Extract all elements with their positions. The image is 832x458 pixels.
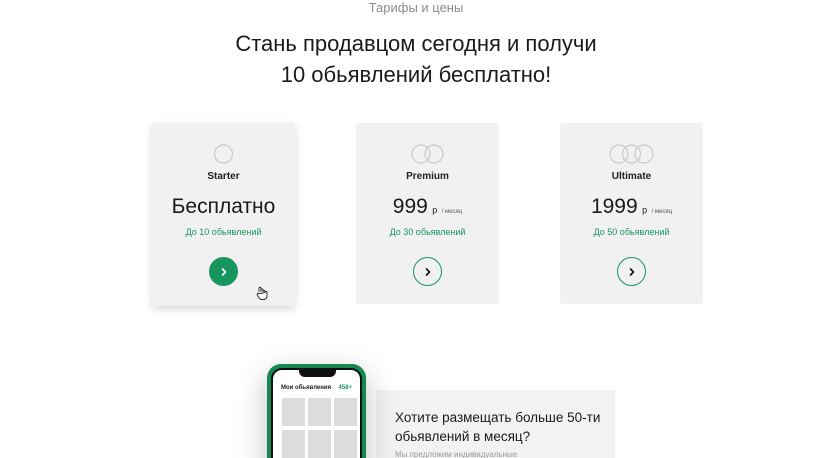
phone-mockup: Мои обьявления 458+	[267, 364, 366, 458]
phone-screen: Мои обьявления 458+	[271, 368, 362, 458]
plan-limit: До 10 обьявлений	[185, 227, 262, 237]
headline: Стань продавцом сегодня и получи 10 обья…	[0, 28, 832, 90]
three-rings-icon	[609, 144, 654, 164]
hand-cursor-icon	[256, 286, 268, 300]
bulk-offer-card: Хотите размещать больше 50-ти обьявлений…	[376, 390, 615, 458]
headline-line-1: Стань продавцом сегодня и получи	[235, 31, 597, 56]
plan-limit: До 50 обьявлений	[593, 227, 670, 237]
one-ring-icon	[213, 144, 234, 164]
plan-price: 999 р / месяц	[356, 195, 499, 219]
chevron-right-icon	[425, 267, 430, 276]
plan-card-premium[interactable]: Premium 999 р / месяц До 30 обьявлений	[356, 123, 499, 304]
select-plan-button[interactable]	[413, 257, 442, 286]
listing-thumbnail	[282, 398, 305, 426]
price-value: 1999	[590, 195, 638, 218]
plan-limit: До 30 обьявлений	[389, 227, 466, 237]
listings-count-badge: 458+	[338, 385, 352, 391]
listing-thumbnail	[334, 398, 357, 426]
plan-card-ultimate[interactable]: Ultimate 1999 р / месяц До 50 обьявлений	[560, 123, 703, 304]
select-plan-button[interactable]	[617, 257, 646, 286]
price-period: / месяц	[651, 209, 673, 215]
plan-name: Starter	[207, 171, 240, 182]
headline-line-2: 10 обьявлений бесплатно!	[280, 62, 552, 87]
pricing-page: Тарифы и цены Стань продавцом сегодня и …	[0, 0, 832, 458]
plan-price: 1999 р / месяц	[560, 195, 703, 219]
chevron-right-icon	[221, 267, 226, 276]
bulk-offer-subtitle: Мы предложим индивидуальные	[395, 450, 518, 458]
price-currency: р	[642, 205, 648, 215]
price-value: 999	[392, 195, 428, 218]
phone-screen-title: Мои обьявления	[281, 385, 332, 391]
select-plan-button[interactable]	[209, 257, 238, 286]
listing-thumbnail	[282, 430, 305, 458]
listing-thumbnail	[334, 430, 357, 458]
chevron-right-icon	[629, 267, 634, 276]
price-currency: р	[432, 205, 438, 215]
price-period: / месяц	[441, 209, 463, 215]
plan-name: Ultimate	[611, 171, 652, 182]
plan-price: Бесплатно	[152, 195, 295, 219]
plan-card-starter[interactable]: Starter Бесплатно До 10 обьявлений	[152, 123, 295, 306]
two-rings-icon	[411, 144, 444, 164]
listing-thumbnail	[308, 398, 331, 426]
bulk-offer-title: Хотите размещать больше 50-ти обьявлений…	[395, 410, 601, 444]
section-label: Тарифы и цены	[368, 0, 464, 15]
phone-notch	[299, 370, 336, 377]
price-value: Бесплатно	[171, 195, 276, 218]
plan-name: Premium	[406, 171, 449, 182]
listing-thumbnail	[308, 430, 331, 458]
